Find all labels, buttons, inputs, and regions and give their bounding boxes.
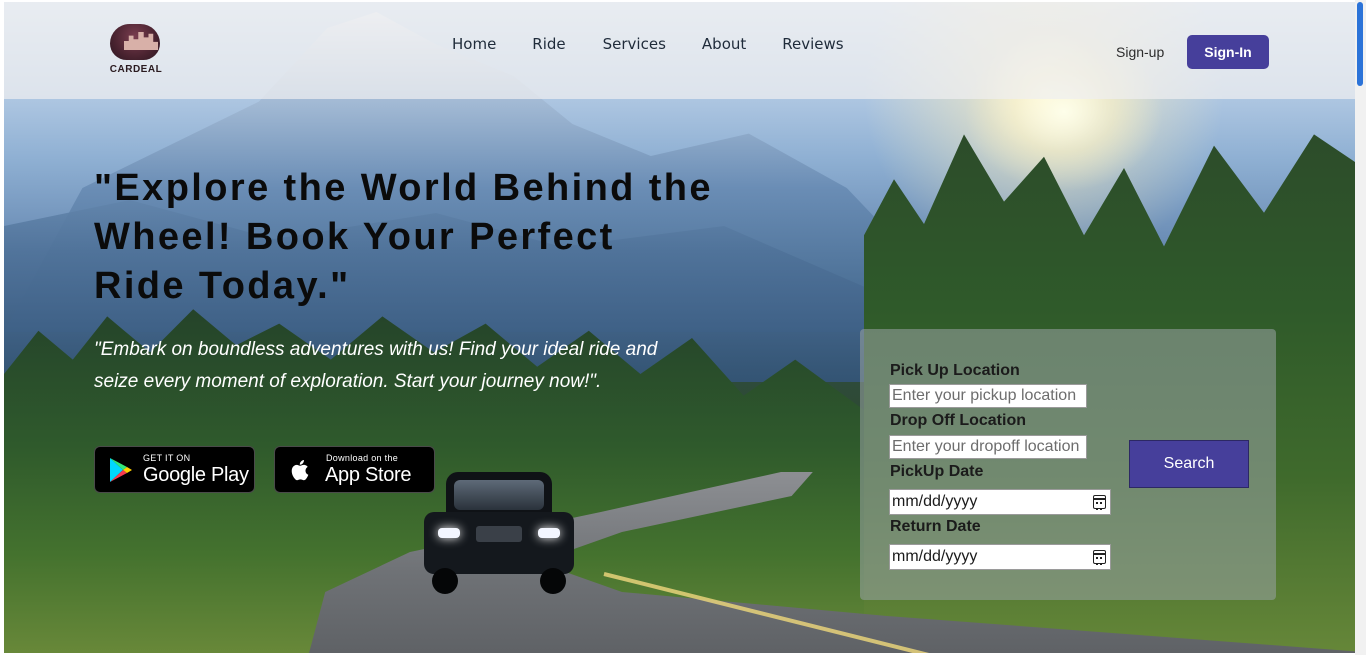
apple-icon [291,460,309,481]
google-play-big-text: Google Play [143,464,249,486]
dropoff-location-label: Drop Off Location [890,412,1026,429]
brand-name: CARDEAL [109,64,163,75]
signin-button[interactable]: Sign-In [1187,35,1269,69]
pickup-location-label: Pick Up Location [890,362,1020,379]
car-windshield [454,480,544,510]
brand-logo[interactable]: CARDEAL [104,24,168,82]
google-play-icon [110,458,132,482]
car-body [424,512,574,574]
nav-link-home[interactable]: Home [452,35,496,53]
pickup-date-input[interactable]: mm/dd/yyyy [889,489,1111,515]
hero-subline: "Embark on boundless adventures with us!… [94,339,658,392]
logo-skyline [124,32,158,50]
pickup-location-input[interactable] [889,384,1087,408]
booking-form: Pick Up Location Drop Off Location PickU… [860,329,1276,600]
car-wheel-left [432,568,458,594]
nav-link-about[interactable]: About [702,35,746,53]
car-image [424,472,574,596]
calendar-icon[interactable] [1093,550,1106,565]
navbar: CARDEAL Home Ride Services About Reviews… [4,2,1355,99]
car-headlight-right [538,528,560,538]
hero-headline: "Explore the World Behind the Wheel! Boo… [94,167,713,307]
return-date-label: Return Date [890,518,981,535]
car-headlight-left [438,528,460,538]
dropoff-location-input[interactable] [889,435,1087,459]
pickup-date-value: mm/dd/yyyy [892,493,978,510]
app-store-badge[interactable]: Download on the App Store [274,446,435,493]
google-play-small-text: GET IT ON [143,453,191,463]
return-date-value: mm/dd/yyyy [892,548,978,565]
app-store-small-text: Download on the [326,453,399,463]
app-store-big-text: App Store [325,464,412,486]
car-city-logo-icon [110,24,160,60]
return-date-input[interactable]: mm/dd/yyyy [889,544,1111,570]
main-nav: Home Ride Services About Reviews [452,35,880,53]
scrollbar-thumb[interactable] [1357,2,1363,86]
nav-link-ride[interactable]: Ride [532,35,565,53]
signup-link[interactable]: Sign-up [1116,44,1164,60]
nav-link-reviews[interactable]: Reviews [782,35,843,53]
search-button[interactable]: Search [1129,440,1249,488]
calendar-icon[interactable] [1093,495,1106,510]
scrollbar-track[interactable] [1355,0,1366,655]
car-grille [476,526,522,542]
nav-link-services[interactable]: Services [603,35,666,53]
google-play-badge[interactable]: GET IT ON Google Play [94,446,255,493]
pickup-date-label: PickUp Date [890,463,984,480]
car-wheel-right [540,568,566,594]
